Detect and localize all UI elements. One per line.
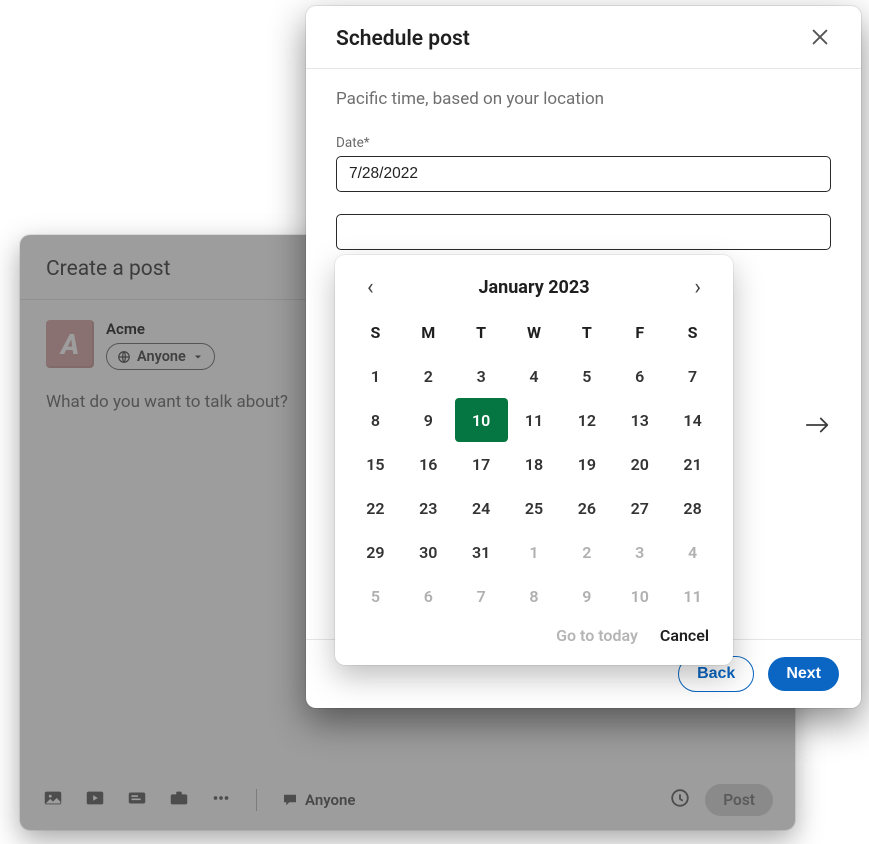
calendar-day[interactable]: 3 (455, 354, 508, 398)
calendar-day: 1 (508, 530, 561, 574)
calendar-day[interactable]: 17 (455, 442, 508, 486)
calendar-day: 2 (560, 530, 613, 574)
calendar-day[interactable]: 5 (560, 354, 613, 398)
prev-month-button[interactable]: ‹ (357, 275, 384, 300)
calendar-day[interactable]: 9 (402, 398, 455, 442)
calendar-day[interactable]: 20 (613, 442, 666, 486)
month-year-label: January 2023 (478, 277, 589, 298)
calendar-day[interactable]: 25 (508, 486, 561, 530)
calendar-day: 8 (508, 574, 561, 618)
calendar-day[interactable]: 24 (455, 486, 508, 530)
calendar-day[interactable]: 26 (560, 486, 613, 530)
dow-header: T (560, 310, 613, 354)
calendar-day[interactable]: 27 (613, 486, 666, 530)
calendar-day[interactable]: 21 (666, 442, 719, 486)
calendar-day[interactable]: 22 (349, 486, 402, 530)
datepicker-popover: ‹ January 2023 › SMTWTFS1234567891011121… (335, 255, 733, 665)
go-to-today-button[interactable]: Go to today (556, 626, 638, 645)
modal-title: Schedule post (336, 27, 470, 51)
next-month-button[interactable]: › (684, 275, 711, 300)
dow-header: F (613, 310, 666, 354)
calendar-day[interactable]: 30 (402, 530, 455, 574)
datepicker-cancel-button[interactable]: Cancel (660, 626, 709, 645)
calendar-day[interactable]: 18 (508, 442, 561, 486)
calendar-day[interactable]: 1 (349, 354, 402, 398)
close-button[interactable] (809, 26, 831, 52)
dow-header: S (349, 310, 402, 354)
calendar-day[interactable]: 15 (349, 442, 402, 486)
calendar-day: 9 (560, 574, 613, 618)
time-input[interactable] (336, 214, 831, 250)
calendar-day: 6 (402, 574, 455, 618)
close-icon (809, 26, 831, 48)
calendar-day[interactable]: 2 (402, 354, 455, 398)
calendar-day[interactable]: 10 (455, 398, 508, 442)
calendar-day: 10 (613, 574, 666, 618)
calendar-day[interactable]: 29 (349, 530, 402, 574)
timezone-info: Pacific time, based on your location (336, 89, 831, 109)
calendar-day: 3 (613, 530, 666, 574)
calendar-day[interactable]: 8 (349, 398, 402, 442)
calendar-day: 11 (666, 574, 719, 618)
next-button[interactable]: Next (768, 657, 839, 691)
dow-header: M (402, 310, 455, 354)
calendar-day[interactable]: 6 (613, 354, 666, 398)
schedule-modal: Schedule post Pacific time, based on you… (306, 6, 861, 708)
calendar-day[interactable]: 28 (666, 486, 719, 530)
dow-header: S (666, 310, 719, 354)
calendar-day: 4 (666, 530, 719, 574)
date-input[interactable] (336, 156, 831, 192)
calendar-day[interactable]: 23 (402, 486, 455, 530)
calendar-day[interactable]: 16 (402, 442, 455, 486)
calendar-day[interactable]: 12 (560, 398, 613, 442)
calendar-day[interactable]: 19 (560, 442, 613, 486)
dow-header: W (508, 310, 561, 354)
calendar-day[interactable]: 4 (508, 354, 561, 398)
calendar-day[interactable]: 31 (455, 530, 508, 574)
calendar-day[interactable]: 11 (508, 398, 561, 442)
calendar-day: 5 (349, 574, 402, 618)
arrow-right-icon[interactable] (805, 415, 831, 439)
dow-header: T (455, 310, 508, 354)
calendar-day[interactable]: 14 (666, 398, 719, 442)
date-label: Date* (336, 135, 831, 151)
calendar-day[interactable]: 13 (613, 398, 666, 442)
calendar-day[interactable]: 7 (666, 354, 719, 398)
calendar-day: 7 (455, 574, 508, 618)
